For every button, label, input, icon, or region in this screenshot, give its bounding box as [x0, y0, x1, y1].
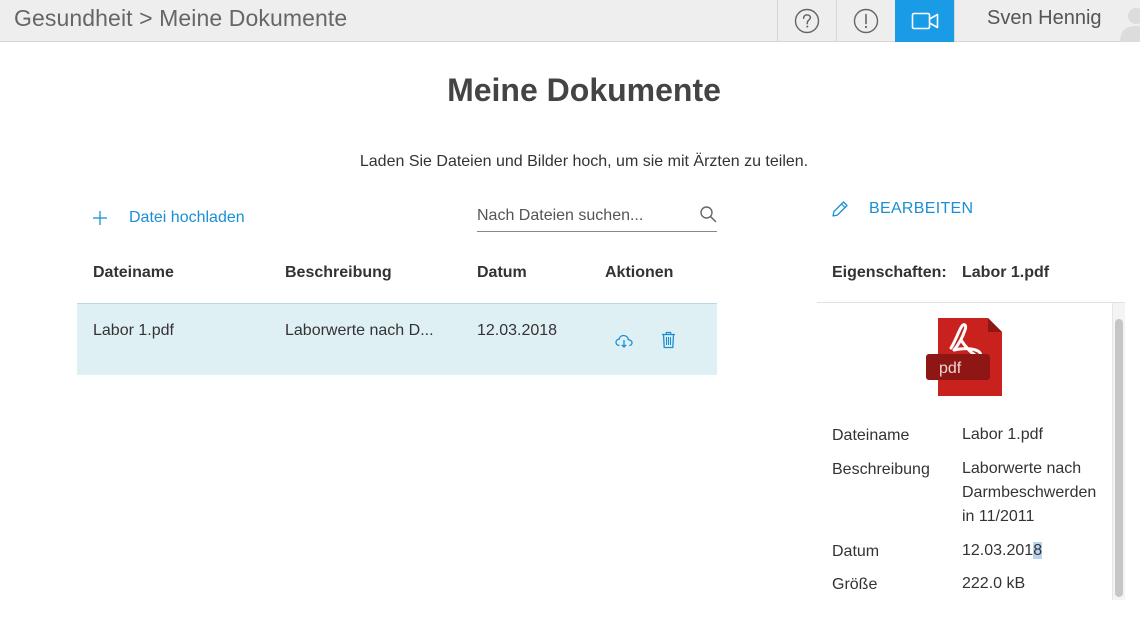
property-value-description: Laborwerte nach Darmbeschwerden in 11/20… [962, 460, 1097, 525]
panel-divider [817, 302, 1125, 303]
upload-file-label: Datei hochladen [129, 209, 245, 226]
property-value-filename: Labor 1.pdf [962, 426, 1043, 443]
alert-button[interactable] [836, 0, 895, 42]
column-header-date[interactable]: Datum [477, 264, 527, 282]
property-label-filename: Dateiname [832, 427, 910, 444]
property-value-date-main: 12.03.201 [962, 542, 1034, 559]
pencil-icon [832, 201, 848, 217]
pdf-file-icon: pdf [926, 318, 1002, 396]
edit-label: BEARBEITEN [869, 200, 974, 217]
property-label-date: Datum [832, 543, 880, 560]
edit-button[interactable]: BEARBEITEN [831, 200, 973, 218]
pdf-badge-label: pdf [939, 360, 962, 377]
row-filename: Labor 1.pdf [93, 322, 174, 339]
row-description: Laborwerte nach D... [285, 322, 434, 339]
properties-filename: Labor 1.pdf [962, 264, 1050, 281]
page-subtitle: Laden Sie Dateien und Bilder hoch, um si… [359, 153, 809, 170]
exclamation-circle-icon [853, 8, 879, 34]
column-header-filename[interactable]: Dateiname [93, 264, 174, 282]
properties-heading: Eigenschaften: Labor 1.pdf [832, 264, 1049, 282]
avatar [1114, 0, 1140, 42]
search-icon[interactable] [699, 205, 717, 223]
question-circle-icon [794, 8, 820, 34]
video-camera-icon [911, 12, 938, 30]
plus-icon [93, 211, 107, 225]
property-label-description: Beschreibung [832, 461, 930, 478]
search-input[interactable] [477, 204, 687, 228]
column-header-actions: Aktionen [605, 264, 674, 281]
text-selection-highlight: 8 [1033, 542, 1043, 559]
search-box [477, 200, 717, 232]
table-row[interactable]: Labor 1.pdf Laborwerte nach D... 12.03.2… [77, 303, 717, 375]
upload-file-button[interactable]: Datei hochladen [92, 206, 245, 230]
column-header-description[interactable]: Beschreibung [285, 264, 392, 282]
user-name: Sven Hennig [987, 7, 1102, 29]
help-button[interactable] [777, 0, 836, 42]
row-date: 12.03.2018 [477, 322, 558, 339]
trash-icon[interactable] [661, 331, 676, 349]
video-call-button[interactable] [895, 0, 954, 42]
property-value-size: 222.0 kB [962, 575, 1026, 592]
cloud-download-icon[interactable] [615, 334, 633, 348]
user-menu[interactable]: Sven Hennig [954, 0, 1140, 42]
properties-label: Eigenschaften: [832, 264, 947, 281]
property-value-date: 12.03.2018 [962, 539, 1097, 563]
top-bar: Gesundheit > Meine Dokumente Sven Hennig [0, 0, 1140, 42]
property-label-size: Größe [832, 576, 878, 593]
breadcrumb[interactable]: Gesundheit > Meine Dokumente [14, 5, 347, 32]
details-scrollbar[interactable] [1112, 303, 1125, 600]
scrollbar-thumb[interactable] [1115, 319, 1123, 597]
page-title: Meine Dokumente [447, 72, 721, 108]
